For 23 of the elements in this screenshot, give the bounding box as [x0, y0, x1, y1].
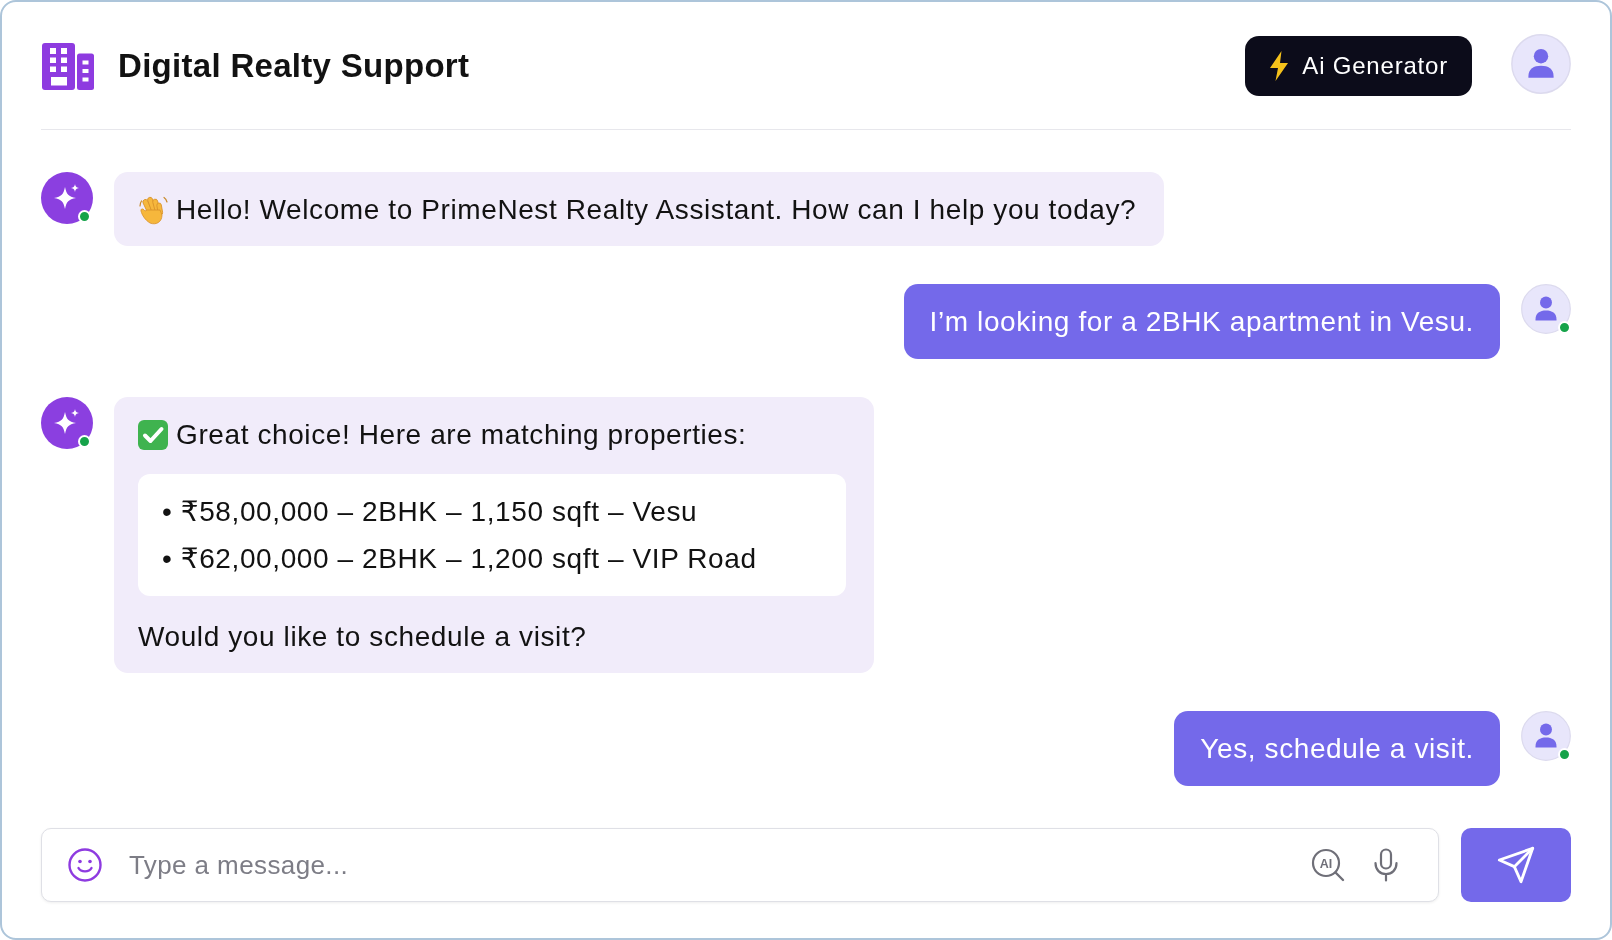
- message-text: Great choice! Here are matching properties:: [176, 418, 747, 452]
- message-input[interactable]: Type a message... AI: [41, 828, 1439, 902]
- property-item: • ₹62,00,000 – 2BHK – 1,200 sqft – VIP Road: [162, 542, 758, 576]
- send-button[interactable]: [1461, 828, 1571, 902]
- user-message: Yes, schedule a visit.: [1174, 711, 1500, 786]
- waving-hand-icon: [138, 194, 168, 225]
- message-text: Would you like to schedule a visit?: [138, 620, 588, 654]
- app-title: Digital Realty Support: [118, 47, 470, 85]
- check-mark-icon: [138, 419, 168, 450]
- microphone-icon[interactable]: [1373, 848, 1399, 882]
- property-item: • ₹58,00,000 – 2BHK – 1,150 sqft – Vesu: [162, 495, 699, 529]
- profile-avatar-icon[interactable]: [1511, 34, 1571, 94]
- message-text: Hello! Welcome to PrimeNest Realty Assistant. How can I help you today?: [176, 193, 1137, 227]
- send-icon: [1496, 845, 1536, 885]
- lightning-bolt-icon: [1269, 51, 1290, 81]
- smiley-icon[interactable]: [68, 848, 102, 882]
- ai-generator-button[interactable]: Ai Generator: [1245, 36, 1472, 96]
- building-icon: [42, 42, 94, 90]
- sparkle-avatar-icon: [41, 397, 93, 449]
- sparkle-avatar-icon: [41, 172, 93, 224]
- user-avatar-icon: [1521, 284, 1571, 334]
- user-message: I’m looking for a 2BHK apartment in Vesu.: [903, 284, 1500, 359]
- user-avatar-icon: [1521, 711, 1571, 761]
